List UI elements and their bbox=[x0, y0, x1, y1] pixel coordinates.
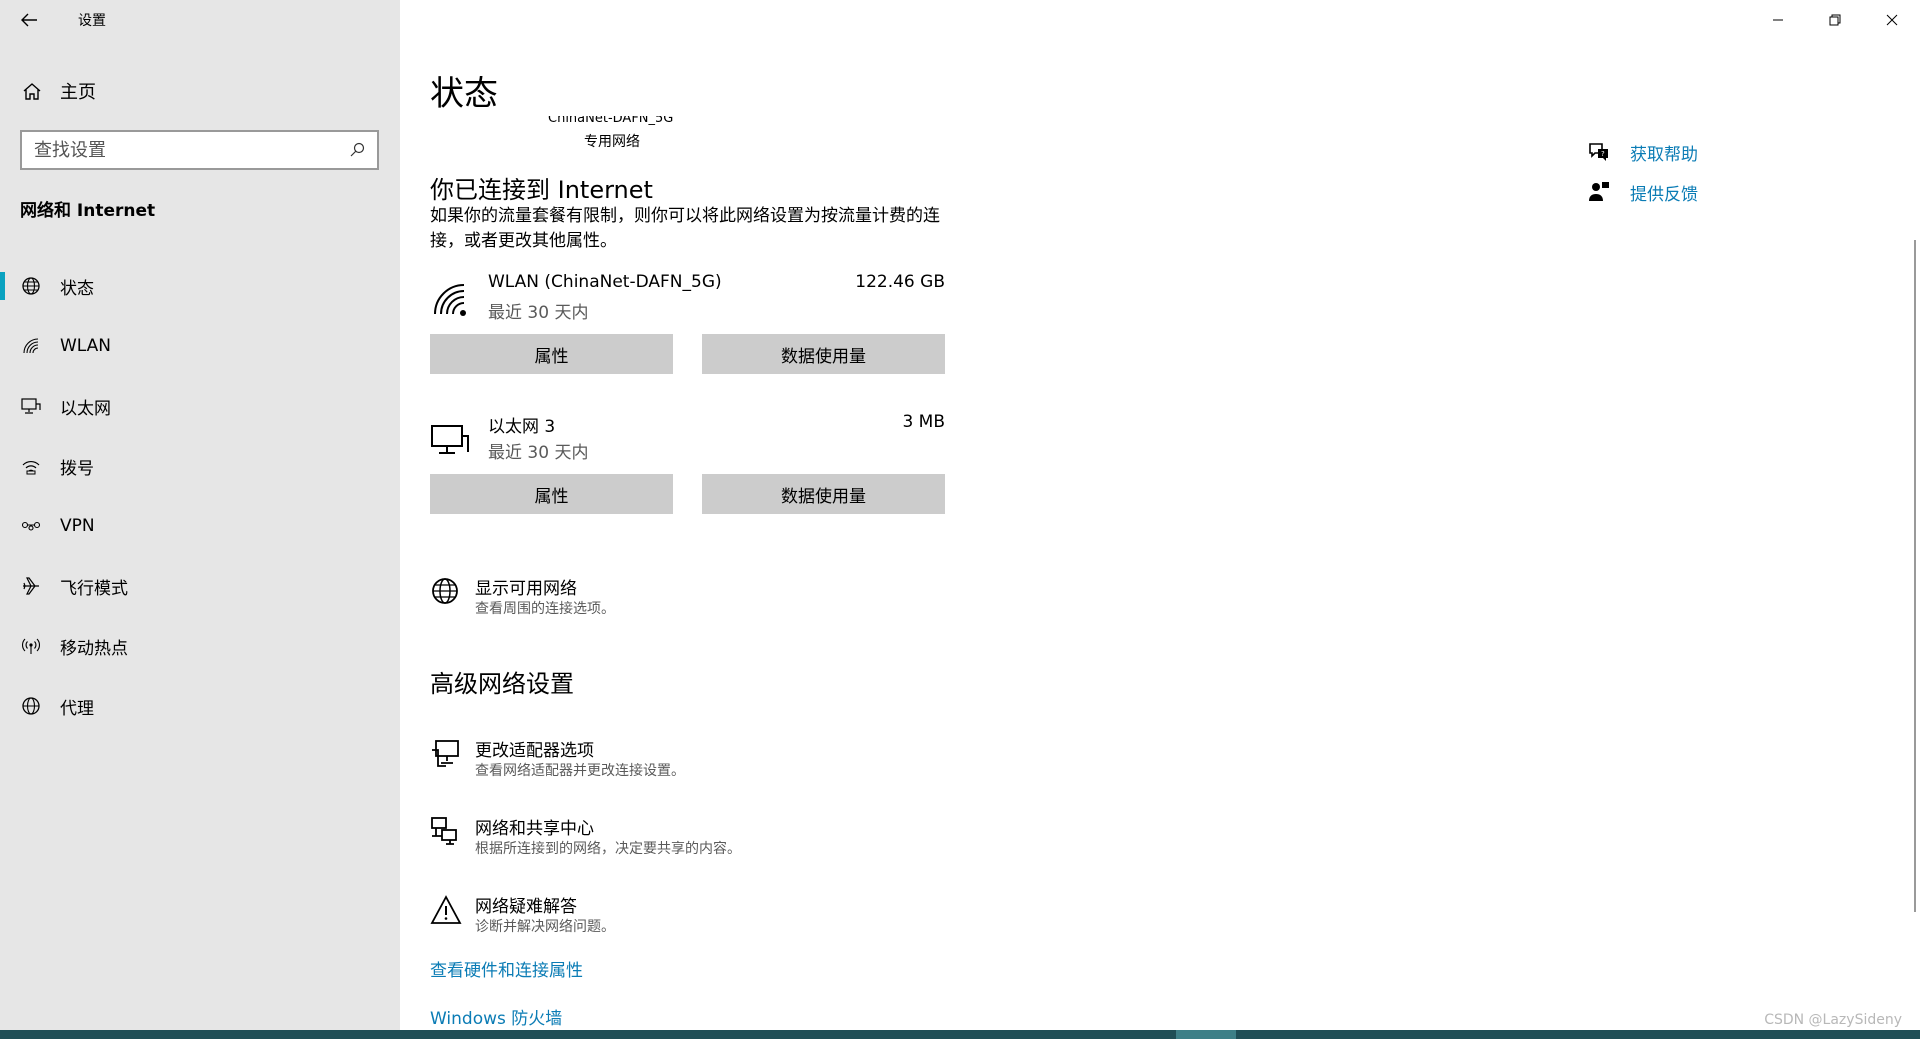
search-input[interactable] bbox=[34, 139, 349, 161]
ethernet-properties-button[interactable]: 属性 bbox=[430, 474, 673, 514]
help-chat-icon: ? bbox=[1586, 139, 1612, 165]
home-label: 主页 bbox=[60, 82, 96, 103]
show-networks-desc: 查看周围的连接选项。 bbox=[475, 601, 615, 617]
wifi-signal-icon bbox=[434, 284, 466, 316]
advanced-heading: 高级网络设置 bbox=[430, 670, 574, 698]
minimize-button[interactable] bbox=[1749, 0, 1806, 40]
section-title: 网络和 Internet bbox=[20, 201, 156, 221]
svg-text:?: ? bbox=[1601, 150, 1605, 158]
titlebar-left: 设置 bbox=[0, 0, 400, 40]
sharing-center-title: 网络和共享中心 bbox=[475, 819, 594, 839]
app-title: 设置 bbox=[78, 13, 106, 29]
ethernet-pc-icon bbox=[431, 425, 469, 454]
troubleshoot-desc: 诊断并解决网络问题。 bbox=[475, 919, 615, 935]
show-networks-title: 显示可用网络 bbox=[475, 579, 577, 599]
sidebar-item-label: 移动热点 bbox=[60, 638, 128, 659]
watermark: CSDN @LazySideny bbox=[1764, 1012, 1902, 1028]
search-icon[interactable] bbox=[349, 142, 365, 158]
connected-description: 如果你的流量套餐有限制，则你可以将此网络设置为按流量计费的连接，或者更改其他属性… bbox=[430, 206, 940, 251]
back-arrow-icon bbox=[21, 13, 37, 27]
vpn-icon bbox=[20, 515, 42, 537]
sidebar-item-label: 代理 bbox=[60, 698, 94, 719]
proxy-globe-icon bbox=[20, 695, 42, 717]
ethernet-data-usage-button[interactable]: 数据使用量 bbox=[702, 474, 945, 514]
feedback-label: 提供反馈 bbox=[1630, 184, 1698, 205]
close-icon bbox=[1886, 14, 1897, 26]
back-button[interactable] bbox=[0, 0, 58, 40]
feedback-person-icon bbox=[1586, 179, 1612, 205]
restore-button[interactable] bbox=[1806, 0, 1863, 40]
sidebar-item-proxy[interactable]: 代理 bbox=[0, 676, 400, 736]
close-button[interactable] bbox=[1863, 0, 1920, 40]
connection-name: WLAN (ChinaNet-DAFN_5G) bbox=[488, 272, 722, 292]
troubleshoot-title: 网络疑难解答 bbox=[475, 897, 577, 917]
connection-period: 最近 30 天内 bbox=[488, 443, 589, 463]
minimize-icon bbox=[1772, 19, 1783, 21]
sidebar-item-label: 飞行模式 bbox=[60, 578, 128, 599]
sidebar-item-wlan[interactable]: WLAN bbox=[0, 316, 400, 376]
search-box[interactable] bbox=[20, 130, 379, 170]
home-icon bbox=[20, 79, 44, 103]
scrollbar[interactable] bbox=[1914, 240, 1916, 912]
hardware-properties-link[interactable]: 查看硬件和连接属性 bbox=[430, 956, 583, 981]
sidebar-item-status[interactable]: 状态 bbox=[0, 256, 400, 316]
wlan-properties-button[interactable]: 属性 bbox=[430, 334, 673, 374]
hotspot-icon bbox=[20, 635, 42, 657]
airplane-icon bbox=[20, 575, 42, 597]
connected-heading: 你已连接到 Internet bbox=[430, 176, 653, 204]
restore-icon bbox=[1829, 14, 1840, 26]
dialup-icon bbox=[20, 455, 42, 477]
sidebar-item-label: 拨号 bbox=[60, 458, 94, 479]
sidebar-item-hotspot[interactable]: 移动热点 bbox=[0, 616, 400, 676]
globe-icon bbox=[20, 275, 42, 297]
adapter-options-title: 更改适配器选项 bbox=[475, 741, 594, 761]
home-nav-item[interactable]: 主页 bbox=[0, 72, 400, 110]
globe-network-icon bbox=[432, 578, 458, 604]
wlan-data-usage-button[interactable]: 数据使用量 bbox=[702, 334, 945, 374]
sidebar-nav: 状态 WLAN 以太网 拨号 VPN 飞行模式 移动热点 代理 bbox=[0, 256, 400, 736]
taskbar-active-segment[interactable] bbox=[1176, 1030, 1236, 1039]
sidebar-item-ethernet[interactable]: 以太网 bbox=[0, 376, 400, 436]
page-title: 状态 bbox=[430, 74, 498, 114]
get-help-link[interactable]: ? 获取帮助 bbox=[1586, 132, 1698, 172]
ethernet-icon bbox=[20, 395, 42, 417]
adapter-monitor-icon bbox=[432, 740, 459, 767]
adapter-options-desc: 查看网络适配器并更改连接设置。 bbox=[475, 763, 685, 779]
taskbar bbox=[0, 1030, 1920, 1039]
network-type: 专用网络 bbox=[584, 134, 640, 150]
warning-icon bbox=[430, 895, 462, 924]
connection-usage: 3 MB bbox=[902, 412, 945, 432]
sidebar-item-label: 以太网 bbox=[60, 398, 111, 419]
sidebar-item-dialup[interactable]: 拨号 bbox=[0, 436, 400, 496]
connection-usage: 122.46 GB bbox=[855, 272, 945, 292]
sidebar-item-label: VPN bbox=[60, 516, 95, 536]
get-help-label: 获取帮助 bbox=[1630, 144, 1698, 165]
windows-firewall-link[interactable]: Windows 防火墙 bbox=[430, 1004, 562, 1029]
help-panel: ? 获取帮助 提供反馈 bbox=[1586, 132, 1698, 212]
sidebar-item-label: 状态 bbox=[60, 278, 94, 299]
sidebar: 设置 主页 网络和 Internet 状态 WLAN 以太网 bbox=[0, 0, 400, 1039]
network-name-partial: ChinaNet-DAFN_5G bbox=[548, 111, 674, 126]
sidebar-item-label: WLAN bbox=[60, 336, 112, 356]
sidebar-item-airplane[interactable]: 飞行模式 bbox=[0, 556, 400, 616]
main-content: 状态 ChinaNet-DAFN_5G 专用网络 你已连接到 Internet … bbox=[400, 0, 1920, 1039]
window-controls bbox=[1749, 0, 1920, 40]
connection-name: 以太网 3 bbox=[488, 417, 556, 437]
sharing-center-desc: 根据所连接到的网络，决定要共享的内容。 bbox=[475, 841, 741, 857]
feedback-link[interactable]: 提供反馈 bbox=[1586, 172, 1698, 212]
sidebar-item-vpn[interactable]: VPN bbox=[0, 496, 400, 556]
sharing-center-icon bbox=[431, 817, 457, 845]
wifi-icon bbox=[20, 335, 42, 357]
connection-period: 最近 30 天内 bbox=[488, 303, 589, 323]
